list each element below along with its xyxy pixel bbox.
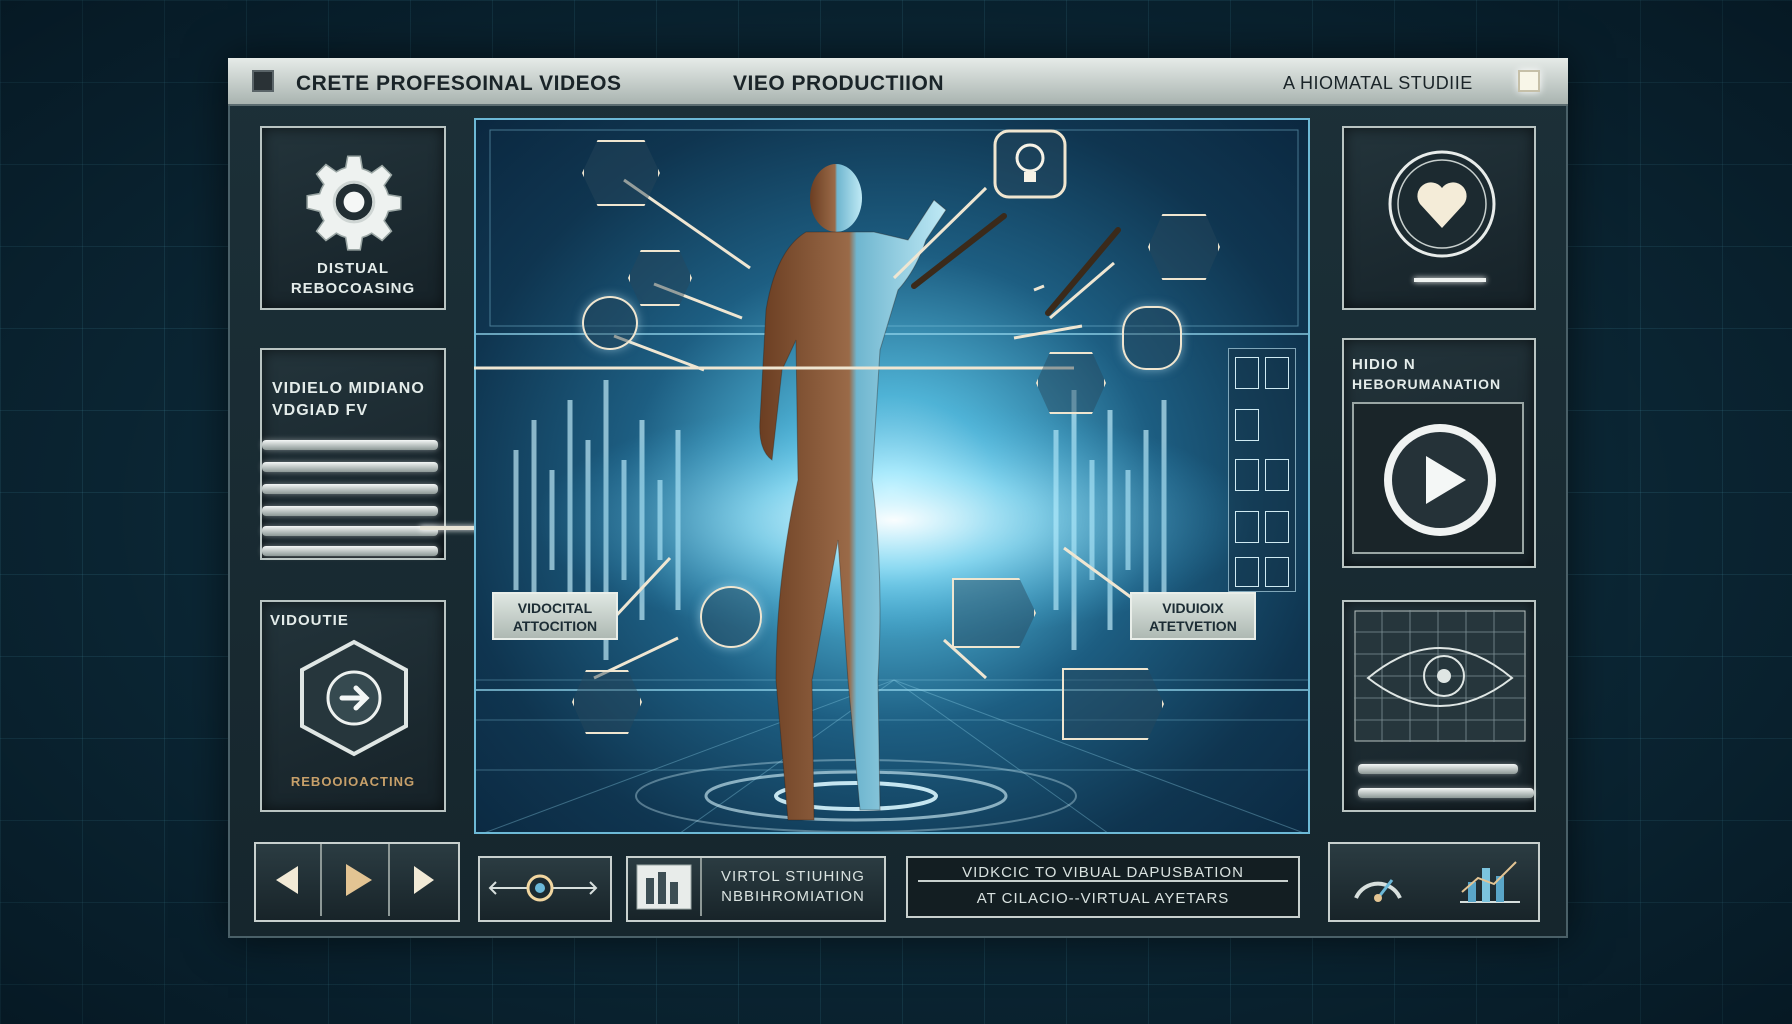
studio-chart-icon — [636, 864, 692, 910]
hologram-thumb-person[interactable] — [1036, 352, 1106, 414]
tool-button-8[interactable] — [1235, 557, 1259, 587]
hologram-thumb-camera[interactable] — [582, 296, 638, 350]
studio-line-2: NBBIHROMIATION — [721, 888, 865, 905]
chevron-right-icon — [414, 866, 434, 894]
tool-button-4[interactable] — [1235, 459, 1259, 491]
play-panel: HIDIO N HEBORUMANATION — [1342, 338, 1536, 568]
prev-button[interactable] — [256, 844, 322, 916]
callout-right-line2: ATETVETION — [1149, 618, 1237, 634]
hologram-thumb-lens[interactable] — [700, 586, 762, 648]
hologram-thumb-device[interactable] — [1148, 214, 1220, 280]
play-label-2: HEBORUMANATION — [1352, 376, 1502, 392]
favorite-panel[interactable] — [1342, 126, 1536, 310]
analytics-controls — [1328, 842, 1540, 922]
title-left: CRETE PROFESOINAL VIDEOS — [296, 72, 622, 95]
scrub-slider-icon — [488, 874, 598, 902]
gauge-icon[interactable] — [1348, 852, 1408, 908]
title-bar: CRETE PROFESOINAL VIDEOS VIEO PRODUCTIIO… — [228, 58, 1568, 106]
settings-panel[interactable]: DISTUAL REBOCOASING — [260, 126, 446, 310]
studio-button[interactable]: VIRTOL STIUHING NBBIHROMIATION — [626, 856, 886, 922]
tool-button-3[interactable] — [1235, 409, 1259, 441]
play-label-1: HIDIO N — [1352, 356, 1416, 373]
hologram-thumb-portrait[interactable] — [952, 578, 1036, 648]
window-maximize-icon[interactable] — [1518, 70, 1540, 92]
media-panel: VIDIELO MIDIANO VDGIAD FV — [260, 348, 446, 560]
play-icon — [346, 864, 372, 896]
tool-button-2[interactable] — [1265, 357, 1289, 389]
media-track-6[interactable] — [262, 546, 438, 556]
window-menu-icon[interactable] — [252, 70, 274, 92]
hologram-thumb-head[interactable] — [1122, 306, 1182, 370]
studio-line-1: VIRTOL STIUHING — [721, 868, 865, 885]
vision-panel — [1342, 600, 1536, 812]
media-label-1: VIDIELO MIDIANO — [272, 380, 425, 397]
lightbulb-icon[interactable] — [992, 128, 1068, 200]
bar-chart-icon[interactable] — [1454, 852, 1524, 908]
settings-label-2: REBOCOASING — [290, 280, 416, 297]
callout-left: VIDOCITAL ATTOCITION — [492, 592, 618, 640]
gear-icon — [306, 155, 402, 251]
caption-line-2: AT CILACIO--VIRTUAL AYETARS — [976, 890, 1230, 907]
tool-button-1[interactable] — [1235, 357, 1259, 389]
next-button[interactable] — [390, 844, 454, 916]
caption-box: VIDKCIC TO VIBUAL DAPUSBATION AT CILACIO… — [906, 856, 1300, 918]
next-bottom-label: REBOOIOACTING — [290, 774, 416, 789]
tool-button-6[interactable] — [1235, 511, 1259, 543]
next-top-label: VIDOUTIE — [270, 612, 349, 629]
studio-divider — [700, 858, 702, 916]
callout-right: VIDUIOIX ATETVETION — [1130, 592, 1256, 640]
chevron-left-icon — [276, 866, 298, 894]
scrub-control[interactable] — [478, 856, 612, 922]
media-track-5[interactable] — [262, 526, 438, 536]
vision-track-1[interactable] — [1358, 764, 1518, 774]
next-hexagon-button[interactable] — [296, 638, 412, 758]
callout-left-line2: ATTOCITION — [512, 618, 598, 634]
callout-left-line1: VIDOCITAL — [517, 600, 593, 616]
play-small-button[interactable] — [322, 844, 390, 916]
settings-label-1: DISTUAL — [317, 260, 389, 277]
hologram-thumb-cube[interactable] — [572, 670, 642, 734]
play-preview-thumb[interactable] — [1062, 668, 1164, 740]
media-track-3[interactable] — [262, 484, 438, 494]
heart-icon — [1388, 150, 1496, 258]
tool-button-7[interactable] — [1265, 511, 1289, 543]
favorite-underline — [1414, 278, 1486, 282]
hologram-thumb-building[interactable] — [582, 140, 660, 206]
stage-tool-strip — [1228, 348, 1296, 592]
hologram-thumb-figure[interactable] — [628, 250, 692, 306]
tool-button-5[interactable] — [1265, 459, 1289, 491]
media-label-2: VDGIAD FV — [272, 402, 369, 419]
play-button[interactable] — [1378, 418, 1502, 542]
title-center: VIEO PRODUCTIION — [733, 72, 945, 95]
caption-line-1: VIDKCIC TO VIBUAL DAPUSBATION — [962, 864, 1244, 881]
eye-icon — [1354, 610, 1526, 742]
media-track-1[interactable] — [262, 440, 438, 450]
title-right: A HIOMATAL STUDIIE — [1283, 73, 1473, 93]
media-track-2[interactable] — [262, 462, 438, 472]
vision-track-2[interactable] — [1358, 788, 1534, 798]
tool-button-9[interactable] — [1265, 557, 1289, 587]
media-track-4[interactable] — [262, 506, 438, 516]
next-panel: VIDOUTIE REBOOIOACTING — [260, 600, 446, 812]
playback-controls — [254, 842, 460, 922]
callout-right-line1: VIDUIOIX — [1162, 600, 1224, 616]
